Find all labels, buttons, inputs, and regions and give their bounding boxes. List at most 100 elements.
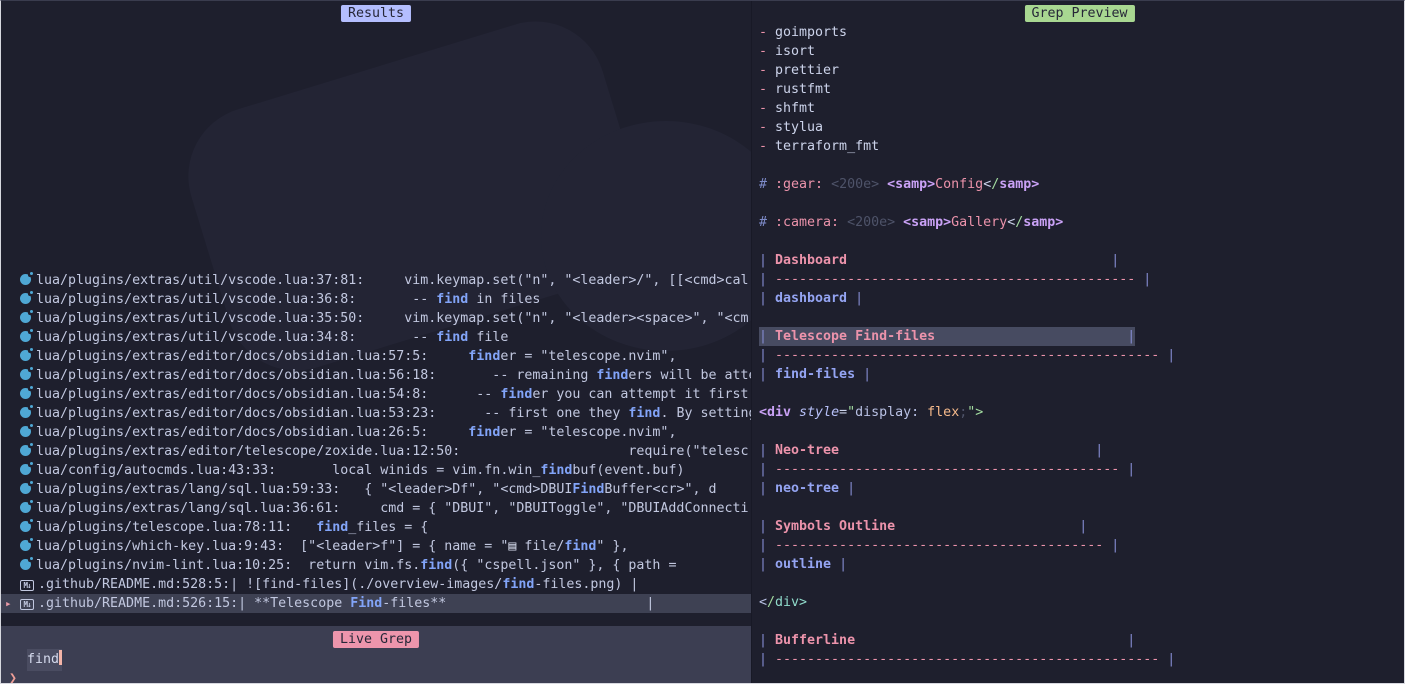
preview-line: # :gear: <200e> <samp>Config</samp> [752,175,1405,194]
text-cursor [59,650,62,665]
preview-line [752,194,1405,213]
result-row[interactable]: lua/plugins/extras/util/vscode.lua:34:8:… [1,328,751,347]
live-grep-panel-title: Live Grep [333,631,419,648]
preview-line [752,384,1405,403]
match-text: find [500,387,532,402]
preview-panel-title: Grep Preview [1024,5,1134,22]
preview-line: # :camera: <200e> <samp>Gallery</samp> [752,213,1405,232]
search-input[interactable]: ❯ find 18 / 18 [1,650,751,669]
preview-line [752,574,1405,593]
preview-content: - goimports- isort- prettier- rustfmt- s… [752,23,1405,669]
prompt-panel: Live Grep ❯ find 18 / 18 [1,626,751,684]
results-panel: Results lua/plugins/extras/util/vscode.l… [1,1,751,626]
match-text: find [420,558,452,573]
result-row[interactable]: lua/config/autocmds.lua:43:33: local win… [1,461,751,480]
result-row[interactable]: lua/plugins/extras/util/vscode.lua:36:8:… [1,290,751,309]
result-row[interactable]: lua/plugins/extras/lang/sql.lua:59:33: {… [1,480,751,499]
preview-line: <div style="display: flex;"> [752,403,1405,422]
query-box[interactable]: find [27,649,62,671]
lua-file-icon [20,483,31,494]
preview-line: - stylua [752,118,1405,137]
preview-line: - shfmt [752,99,1405,118]
result-row[interactable]: M↓.github/README.md:528:5:| ![find-files… [1,575,751,594]
preview-line: | outline | [752,555,1405,574]
preview-line: | --------------------------------------… [752,460,1405,479]
result-row[interactable]: lua/plugins/extras/editor/telescope/zoxi… [1,442,751,461]
prompt-chevron-icon: ❯ [9,669,17,684]
lua-file-icon [20,426,31,437]
results-panel-title: Results [341,5,411,22]
match-text: find [502,577,534,592]
result-row[interactable]: lua/plugins/extras/lang/sql.lua:36:61: c… [1,499,751,518]
lua-file-icon [20,312,31,323]
query-text: find [27,652,59,667]
preview-line: | Telescope Find-files | [752,327,1405,346]
lua-file-icon [20,464,31,475]
preview-line: | --------------------------------------… [752,536,1405,555]
lua-file-icon [20,293,31,304]
preview-line: | --------------------------------------… [752,650,1405,669]
match-text: find [436,292,468,307]
match-text: find [628,406,660,421]
preview-line [752,498,1405,517]
result-row[interactable]: lua/plugins/extras/editor/docs/obsidian.… [1,423,751,442]
result-row[interactable]: lua/plugins/extras/util/vscode.lua:35:50… [1,309,751,328]
results-list: lua/plugins/extras/util/vscode.lua:37:81… [1,271,751,613]
preview-line: | Dashboard | [752,251,1405,270]
match-text: Find [572,482,604,497]
preview-line: | find-files | [752,365,1405,384]
match-text: find [468,425,500,440]
preview-line: | neo-tree | [752,479,1405,498]
preview-line: | Neo-tree | [752,441,1405,460]
preview-line [752,156,1405,175]
match-text: find [564,539,596,554]
result-row[interactable]: lua/plugins/which-key.lua:9:43: ["<leade… [1,537,751,556]
result-row[interactable]: lua/plugins/extras/editor/docs/obsidian.… [1,385,751,404]
result-row[interactable]: lua/plugins/nvim-lint.lua:10:25: return … [1,556,751,575]
match-text: find [540,463,572,478]
preview-line: | Bufferline | [752,631,1405,650]
match-text: find [316,520,348,535]
markdown-file-icon: M↓ [20,599,34,610]
lua-file-icon [20,521,31,532]
markdown-file-icon: M↓ [20,580,34,591]
preview-line: </div> [752,593,1405,612]
result-row[interactable]: lua/plugins/extras/editor/docs/obsidian.… [1,404,751,423]
result-row[interactable]: lua/plugins/telescope.lua:78:11: find_fi… [1,518,751,537]
lua-file-icon [20,388,31,399]
preview-line [752,422,1405,441]
result-row[interactable]: ▸M↓.github/README.md:526:15:| **Telescop… [1,594,751,613]
match-text: find [596,368,628,383]
match-text: Find [350,596,382,611]
lua-file-icon [20,502,31,513]
preview-line: | dashboard | [752,289,1405,308]
result-row[interactable]: lua/plugins/extras/editor/docs/obsidian.… [1,366,751,385]
lua-file-icon [20,559,31,570]
preview-line: - rustfmt [752,80,1405,99]
preview-line: - goimports [752,23,1405,42]
preview-line: - isort [752,42,1405,61]
preview-line: | --------------------------------------… [752,346,1405,365]
selection-caret-icon: ▸ [5,594,12,613]
lua-file-icon [20,407,31,418]
preview-line: - prettier [752,61,1405,80]
preview-line [752,308,1405,327]
result-row[interactable]: lua/plugins/extras/editor/docs/obsidian.… [1,347,751,366]
result-row[interactable]: lua/plugins/extras/util/vscode.lua:37:81… [1,271,751,290]
lua-file-icon [20,369,31,380]
telescope-live-grep-window: Results lua/plugins/extras/util/vscode.l… [0,0,1405,684]
preview-line [752,612,1405,631]
lua-file-icon [20,274,31,285]
match-text: find [436,330,468,345]
preview-line: | --------------------------------------… [752,270,1405,289]
match-text: find [468,349,500,364]
preview-line [752,232,1405,251]
preview-panel: Grep Preview - goimports- isort- prettie… [751,1,1405,684]
lua-file-icon [20,331,31,342]
lua-file-icon [20,350,31,361]
preview-line: | Symbols Outline | [752,517,1405,536]
lua-file-icon [20,445,31,456]
preview-highlighted-line: | Telescope Find-files | [759,327,1135,346]
lua-file-icon [20,540,31,551]
preview-line: - terraform_fmt [752,137,1405,156]
